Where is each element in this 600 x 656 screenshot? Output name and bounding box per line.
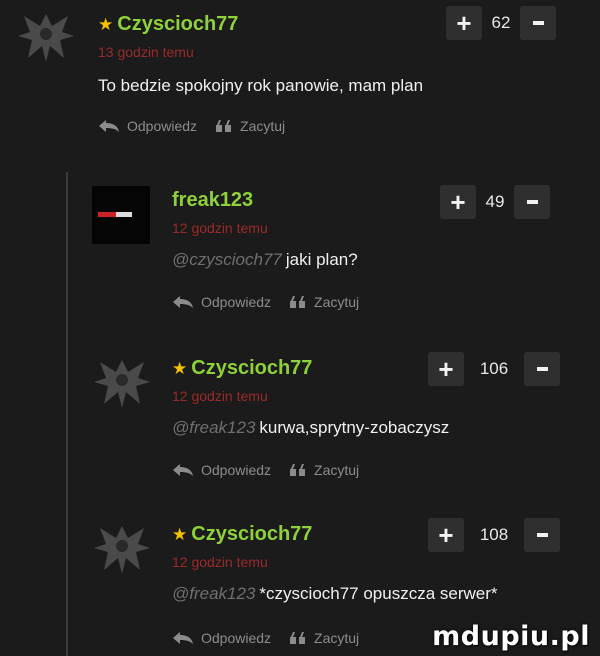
vote-widget: + 62: [446, 6, 556, 40]
reply-button[interactable]: Odpowiedz: [172, 294, 271, 310]
star-icon: ★: [172, 358, 188, 378]
vote-score: 106: [479, 359, 509, 378]
watermark-logo: mdupiu.pl: [432, 621, 590, 652]
star-icon: ★: [98, 14, 114, 34]
minus-icon: [536, 367, 548, 371]
comment-body: kurwa,sprytny-zobaczysz: [259, 418, 450, 437]
comment-time: 12 godzin temu: [172, 220, 268, 236]
vote-score: 62: [491, 13, 511, 32]
quote-label: Zacytuj: [240, 118, 286, 134]
bat-demon-avatar[interactable]: [92, 352, 152, 412]
reply-icon: [173, 296, 193, 308]
comment-text: @czyscioch77 jaki plan?: [172, 250, 358, 270]
upvote-button[interactable]: +: [428, 352, 464, 386]
star-icon: ★: [172, 524, 188, 544]
plus-icon: +: [450, 187, 466, 217]
mention-link[interactable]: @czyscioch77: [172, 250, 282, 269]
vote-score: 49: [485, 192, 505, 211]
reply-button[interactable]: Odpowiedz: [172, 630, 271, 646]
reply-label: Odpowiedz: [201, 462, 272, 478]
quote-button[interactable]: Zacytuj: [215, 118, 285, 134]
mention-link[interactable]: @freak123: [172, 418, 255, 437]
comment-text: To bedzie spokojny rok panowie, mam plan: [98, 76, 423, 96]
quote-icon: [290, 632, 306, 644]
downvote-button[interactable]: [524, 518, 560, 552]
upvote-button[interactable]: +: [446, 6, 482, 40]
mention-link[interactable]: @freak123: [172, 584, 255, 603]
minus-icon: [526, 200, 538, 204]
thread-line: [66, 172, 68, 656]
reply-button[interactable]: Odpowiedz: [172, 462, 271, 478]
downvote-button[interactable]: [514, 185, 550, 219]
quote-icon: [216, 120, 232, 132]
quote-label: Zacytuj: [314, 630, 360, 646]
author-name[interactable]: freak123: [172, 190, 253, 210]
author-name[interactable]: Czyscioch77: [117, 14, 238, 34]
minus-icon: [532, 21, 544, 25]
plus-icon: +: [438, 520, 454, 550]
avatar-banner-white: [116, 212, 132, 217]
reply-label: Odpowiedz: [127, 118, 198, 134]
reply-button[interactable]: Odpowiedz: [98, 118, 197, 134]
comment-time: 13 godzin temu: [98, 44, 194, 60]
vote-score: 108: [479, 525, 509, 544]
quote-icon: [290, 464, 306, 476]
minus-icon: [536, 533, 548, 537]
comment-time: 12 godzin temu: [172, 554, 268, 570]
vote-widget: + 49: [440, 185, 550, 219]
reply-icon: [173, 464, 193, 476]
dark-banner-avatar[interactable]: [92, 186, 150, 244]
author-name[interactable]: Czyscioch77: [191, 524, 312, 544]
quote-icon: [290, 296, 306, 308]
quote-button[interactable]: Zacytuj: [289, 462, 359, 478]
comment-time: 12 godzin temu: [172, 388, 268, 404]
plus-icon: +: [456, 8, 472, 38]
plus-icon: +: [438, 354, 454, 384]
downvote-button[interactable]: [520, 6, 556, 40]
downvote-button[interactable]: [524, 352, 560, 386]
quote-label: Zacytuj: [314, 294, 360, 310]
upvote-button[interactable]: +: [440, 185, 476, 219]
quote-label: Zacytuj: [314, 462, 360, 478]
comment-body: jaki plan?: [285, 250, 358, 269]
quote-button[interactable]: Zacytuj: [289, 630, 359, 646]
vote-widget: + 106: [428, 352, 560, 386]
bat-demon-avatar[interactable]: [16, 6, 76, 66]
vote-widget: + 108: [428, 518, 560, 552]
reply-label: Odpowiedz: [201, 630, 272, 646]
comment-body: To bedzie spokojny rok panowie, mam plan: [98, 76, 424, 95]
reply-icon: [99, 120, 119, 132]
comment-body: *czyscioch77 opuszcza serwer*: [259, 584, 498, 603]
reply-label: Odpowiedz: [201, 294, 272, 310]
upvote-button[interactable]: +: [428, 518, 464, 552]
bat-demon-avatar[interactable]: [92, 518, 152, 578]
comment-text: @freak123 kurwa,sprytny-zobaczysz: [172, 418, 449, 438]
reply-icon: [173, 632, 193, 644]
author-name[interactable]: Czyscioch77: [191, 358, 312, 378]
quote-button[interactable]: Zacytuj: [289, 294, 359, 310]
comment-text: @freak123 *czyscioch77 opuszcza serwer*: [172, 584, 498, 604]
